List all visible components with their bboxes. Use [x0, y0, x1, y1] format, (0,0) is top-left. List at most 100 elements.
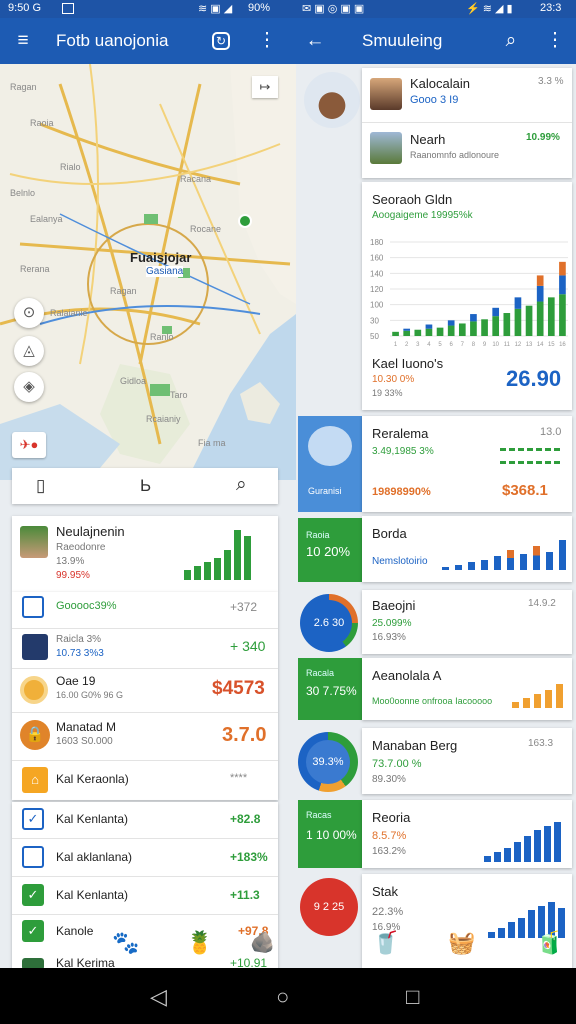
card-val-top: 14.9.2 [528, 598, 556, 609]
x-tick-label: 10 [492, 342, 499, 348]
tab-chart-icon[interactable]: Ь [140, 476, 151, 496]
row-name: Kanole [56, 924, 94, 938]
chart-bar [414, 329, 422, 336]
card-sub2: 16.93% [372, 632, 406, 643]
basket-icon[interactable]: 🧺 [448, 930, 475, 956]
card-sub: Nemslotoirio [372, 556, 428, 567]
right-app-title: Smuuleing [362, 31, 443, 50]
card-title: Reralema [372, 426, 429, 441]
more-icon-right[interactable]: ⋮ [544, 30, 566, 52]
thumb-sub: Guranisi [308, 486, 342, 496]
x-tick-label: 14 [537, 342, 544, 348]
green-thumbnail[interactable]: Racala 30 7.75% [298, 658, 362, 720]
row-value: +11.3 [230, 888, 260, 902]
aeanolala-card[interactable]: Aeanolala A Moo0oonne onfrooa Iacooooo [362, 658, 572, 720]
list-item[interactable]: Gooooc39% +372 [12, 592, 278, 622]
list-item[interactable]: Kal aklanlana) +183% [12, 840, 278, 876]
status-bar: 9:50 G ≋ ▣ ◢ 90% ✉ ▣ ◎ ▣ ▣ ⚡ ≋ ◢ ▮ 23:3 [0, 0, 576, 18]
more-icon[interactable]: ⋮ [256, 30, 278, 52]
paw-icon[interactable]: 🐾 [112, 930, 139, 956]
list-item[interactable]: Oae 19 16.00 G0% 96 G $4573 [12, 670, 278, 710]
map-city-label: Belnlo [10, 188, 36, 198]
lock-icon: 🔒 [20, 720, 50, 750]
compass-icon[interactable]: ◈ [14, 372, 44, 402]
list-item[interactable]: Kalocalain Gooo 3 I9 3.3 % [362, 68, 572, 120]
row-value: +372 [230, 600, 258, 614]
chart-bar [470, 321, 477, 336]
row-value: + 340 [230, 638, 266, 654]
divider [12, 712, 278, 713]
card-sub: Moo0oonne onfrooa Iacooooo [372, 696, 493, 706]
directions-icon[interactable]: ✈● [12, 432, 46, 458]
thumb-val: 10 20% [306, 544, 351, 559]
row-sub: Gooo 3 I9 [410, 94, 459, 106]
drink-icon[interactable]: 🧃 [536, 930, 563, 956]
map-pin-icon[interactable] [238, 214, 252, 228]
featured-card[interactable]: Neulajnenin Raeodonre 13.9% 99.95% [12, 516, 278, 592]
chart-bar [536, 301, 544, 336]
map-city-label: Gidloa [120, 376, 147, 386]
card-sub2: 89.30% [372, 774, 406, 785]
left-app-bar: ≡ Fotb uanojonia ↻ ⋮ [0, 18, 296, 64]
pie-thumbnail[interactable]: 2.6 30 [300, 594, 358, 652]
divider [12, 628, 278, 629]
recents-nav-icon[interactable]: □ [406, 984, 419, 1010]
card-val-top: 163.3 [528, 738, 554, 749]
list-item[interactable]: ✓ Kal Kenlanta) +11.3 [12, 878, 278, 914]
home-nav-icon[interactable]: ○ [276, 984, 289, 1010]
y-tick-label: 50 [370, 332, 379, 341]
tab-list-icon[interactable]: ▯ [36, 476, 45, 496]
manaban-card[interactable]: Manaban Berg 73.7.00 % 89.30% 163.3 [362, 728, 572, 794]
dash-lines [500, 448, 560, 464]
map-view[interactable]: Fuaisjojar Gasiana Ragan Raoia Rialo Bel… [0, 64, 296, 480]
thumb-val: 1 10 00% [306, 828, 357, 842]
x-tick-label: 4 [427, 342, 431, 348]
pot-icon[interactable]: 🥤 [372, 930, 399, 956]
row-value: 3.3 % [538, 76, 564, 87]
borda-card[interactable]: Borda Nemslotoirio [362, 516, 572, 582]
green-thumbnail[interactable]: Raoia 10 20% [298, 518, 362, 582]
bottom-dock: 🐾 🍍 🪨 🥤 🧺 🧃 [100, 920, 576, 968]
row-value: 10.99% [526, 132, 560, 143]
row-name: Oae 19 [56, 674, 96, 688]
list-item[interactable]: ⌂ Kal Keraonla) **** [12, 762, 278, 798]
chart-bar [481, 319, 488, 336]
list-item[interactable]: Nearh Raanomnfo adlonoure 10.99% [362, 124, 572, 176]
reralema-card[interactable]: Reralema 3.49,1985 3% 13.0 19898990% $36… [362, 416, 572, 512]
map-thumbnail[interactable]: Guranisi [298, 416, 362, 512]
back-nav-icon[interactable]: ◁ [150, 984, 167, 1010]
list-item[interactable]: ✓ Kal Kenlanta) +82.8 [12, 802, 278, 838]
green-thumbnail[interactable]: Racas 1 10 00% [298, 800, 362, 868]
layers-icon[interactable]: ◬ [14, 336, 44, 366]
chart-card[interactable]: Seoraoh Gldn Aoogaigeme 19995%k 180 160 14… [362, 182, 572, 410]
chart-bar [436, 327, 444, 336]
row-sub: 1603 S0.000 [56, 736, 113, 747]
portrait-icon [22, 634, 48, 660]
list-item[interactable]: Raicla 3% 10.73 3%3 + 340 [12, 630, 278, 666]
back-arrow-icon[interactable]: ← [304, 30, 326, 52]
reoria-sparkbars [484, 822, 561, 862]
chart-bar [492, 316, 500, 336]
map-center-sub: Gasiana [146, 266, 184, 277]
divider [12, 668, 278, 669]
x-tick-label: 16 [559, 342, 566, 348]
left-tab-strip: ▯ Ь ⌕ [12, 468, 278, 504]
locate-icon[interactable]: ⊙ [14, 298, 44, 328]
baeojni-card[interactable]: Baeojni 25.099% 16.93% 14.9.2 [362, 590, 572, 654]
menu-icon[interactable]: ≡ [12, 30, 34, 52]
chart-bar [536, 285, 544, 302]
search-icon[interactable]: ⌕ [500, 30, 522, 52]
chart-name: Kael Iuono's [372, 356, 444, 371]
bottle-icon[interactable]: 🪨 [250, 930, 275, 955]
building-icon [370, 78, 402, 110]
tab-search-icon[interactable]: ⌕ [236, 474, 247, 496]
pie-thumbnail[interactable]: 39.3% [298, 732, 358, 792]
expand-map-button[interactable]: ↦ [252, 76, 278, 98]
calendar-icon[interactable]: ↻ [212, 32, 230, 50]
row-value: +82.8 [230, 812, 261, 826]
card-sub1: 73.7.00 % [372, 758, 422, 770]
list-item[interactable]: 🔒 Manatad M 1603 S0.000 3.7.0 [12, 714, 278, 758]
fruit-icon[interactable]: 🍍 [186, 930, 213, 956]
building-thumbnail[interactable] [304, 72, 360, 128]
reoria-card[interactable]: Reoria 8.5.7% 163.2% [362, 800, 572, 868]
